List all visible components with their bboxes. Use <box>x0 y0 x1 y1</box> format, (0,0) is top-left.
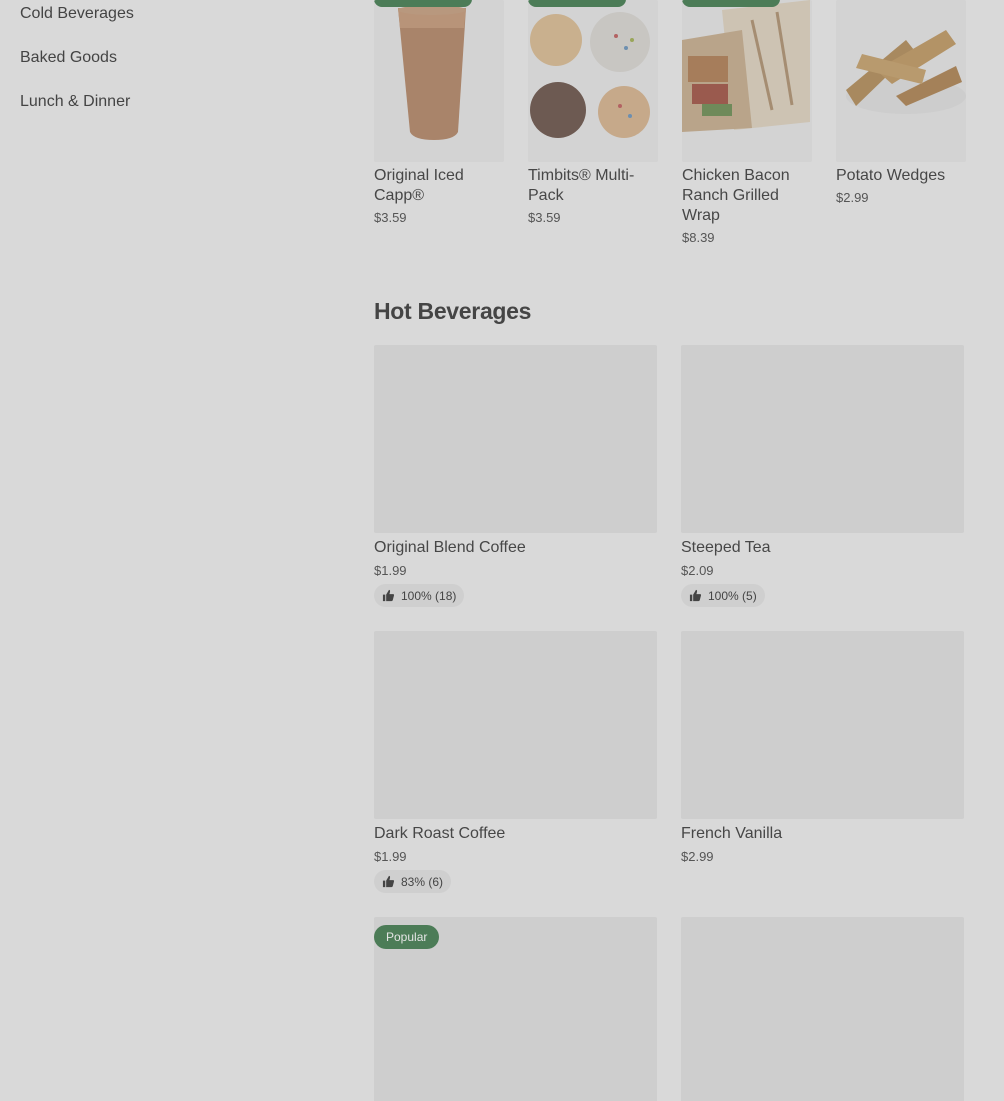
item-price: $1.99 <box>374 563 407 578</box>
menu-item-card[interactable]: French Vanilla $2.99 <box>681 631 964 864</box>
thumbs-up-icon <box>382 875 395 888</box>
menu-item-card[interactable]: Popular <box>374 917 657 1101</box>
item-badge <box>374 0 472 7</box>
item-price: $8.39 <box>682 230 715 245</box>
item-badge <box>682 0 780 7</box>
iced-capp-image <box>374 0 504 162</box>
menu-item-card[interactable] <box>681 917 964 1101</box>
section-title-hot-beverages: Hot Beverages <box>374 298 532 324</box>
item-image: Popular <box>374 917 657 1101</box>
menu-item-card[interactable]: Original Iced Capp® $3.59 <box>374 0 504 245</box>
menu-item-card[interactable]: Original Blend Coffee $1.99 100% (18) <box>374 345 657 607</box>
rating-badge: 100% (18) <box>374 584 465 607</box>
rating-badge: 83% (6) <box>374 870 452 893</box>
rating-text: 100% (5) <box>708 588 757 603</box>
item-title: Dark Roast Coffee <box>374 825 506 842</box>
item-image <box>681 917 964 1101</box>
featured-items-row: Original Iced Capp® $3.59 Timbits® Multi… <box>374 0 966 245</box>
item-title: Original Iced Capp® <box>374 167 464 204</box>
thumbs-up-icon <box>689 589 702 602</box>
thumbs-up-icon <box>382 589 395 602</box>
item-price: $2.99 <box>836 190 869 205</box>
item-price: $3.59 <box>374 210 407 225</box>
menu-item-card[interactable]: Chicken Bacon Ranch Grilled Wrap $8.39 <box>682 0 812 245</box>
sidebar-item-cold-beverages[interactable]: Cold Beverages <box>20 0 320 44</box>
popular-badge: Popular <box>374 925 440 949</box>
menu-item-card[interactable]: Potato Wedges $2.99 <box>836 0 966 245</box>
item-image <box>681 631 964 819</box>
item-title: Potato Wedges <box>836 167 946 184</box>
menu-item-card[interactable]: Dark Roast Coffee $1.99 83% (6) <box>374 631 657 893</box>
category-sidebar: Cold Beverages Baked Goods Lunch & Dinne… <box>20 0 320 132</box>
item-image <box>836 0 966 162</box>
item-image <box>374 345 657 533</box>
rating-text: 83% (6) <box>401 874 444 889</box>
timbits-image <box>528 0 658 162</box>
rating-text: 100% (18) <box>401 588 457 603</box>
item-image <box>374 0 504 162</box>
item-image <box>528 0 658 162</box>
sidebar-item-baked-goods[interactable]: Baked Goods <box>20 44 320 88</box>
item-image <box>681 345 964 533</box>
item-image <box>682 0 812 162</box>
item-title: Chicken Bacon Ranch Grilled Wrap <box>682 167 790 224</box>
item-image <box>374 631 657 819</box>
rating-badge: 100% (5) <box>681 584 765 607</box>
menu-item-card[interactable]: Steeped Tea $2.09 100% (5) <box>681 345 964 607</box>
item-badge <box>528 0 626 7</box>
item-title: Original Blend Coffee <box>374 539 526 556</box>
menu-item-card[interactable]: Timbits® Multi-Pack $3.59 <box>528 0 658 245</box>
item-price: $2.09 <box>681 563 714 578</box>
wrap-image <box>682 0 812 162</box>
item-title: French Vanilla <box>681 825 783 842</box>
potato-wedges-image <box>836 0 966 162</box>
item-price: $2.99 <box>681 849 714 864</box>
item-title: Timbits® Multi-Pack <box>528 167 635 204</box>
item-price: $1.99 <box>374 849 407 864</box>
sidebar-item-lunch-dinner[interactable]: Lunch & Dinner <box>20 88 320 132</box>
item-title: Steeped Tea <box>681 539 771 556</box>
item-price: $3.59 <box>528 210 561 225</box>
